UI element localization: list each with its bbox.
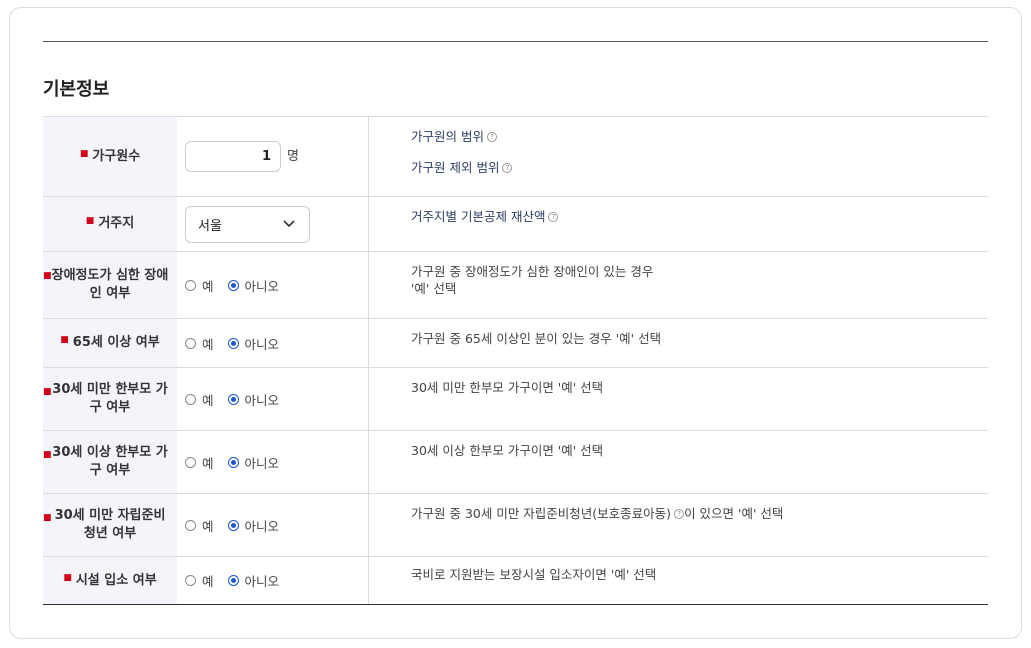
radio-no[interactable]	[227, 279, 239, 291]
table-row: ■ 65세 이상 여부 예 아니오 가구원 중 65세 이상인 분이 있는 경우 …	[43, 318, 988, 367]
required-mark: ■	[43, 450, 52, 460]
row-label: ■ 거주지	[43, 197, 177, 251]
residence-deduction-link[interactable]: 거주지별 기본공제 재산액?	[411, 208, 988, 225]
row-description: 가구원 중 65세 이상인 분이 있는 경우 '예' 선택	[411, 331, 662, 346]
household-scope-link[interactable]: 가구원의 범위?	[411, 128, 988, 145]
required-mark: ■	[60, 335, 69, 345]
disability-radio-group: 예 아니오	[185, 276, 279, 295]
chevron-down-icon	[283, 220, 295, 228]
household-exclusion-link[interactable]: 가구원 제외 범위?	[411, 159, 988, 176]
basic-info-table: ■ 가구원수 1 명 가구원의 범위? 가구원 제외 범위? ■ 거주지 서울 거주…	[43, 116, 988, 605]
table-row: ■ 30세 미만 한부모 가구 여부 예 아니오 30세 미만 한부모 가구이면 …	[43, 367, 988, 430]
row-description: 30세 미만 한부모 가구이면 '예' 선택	[411, 380, 604, 395]
help-icon[interactable]: ?	[548, 212, 559, 222]
table-row: ■ 30세 미만 자립준비 청년 여부 예 아니오 가구원 중 30세 미만 자립…	[43, 493, 988, 556]
senior-radio-group: 예 아니오	[185, 334, 279, 353]
top-divider	[43, 41, 988, 42]
table-row: ■ 거주지 서울 거주지별 기본공제 재산액?	[43, 196, 988, 251]
required-mark: ■	[43, 271, 52, 281]
household-count-input[interactable]: 1	[185, 141, 281, 172]
radio-no[interactable]	[227, 337, 239, 349]
row-description: 가구원 중 30세 미만 자립준비청년(보호종료아동)? 이 있으면 '예' 선택	[411, 506, 784, 521]
radio-no[interactable]	[227, 393, 239, 405]
radio-no[interactable]	[227, 456, 239, 468]
radio-no[interactable]	[227, 575, 239, 586]
table-row: ■ 30세 이상 한부모 가구 여부 예 아니오 30세 이상 한부모 가구이면 …	[43, 430, 988, 493]
row-description: 거주지별 기본공제 재산액?	[411, 197, 988, 225]
help-icon[interactable]: ?	[486, 132, 497, 142]
table-row: ■ 장애정도가 심한 장애인 여부 예 아니오 가구원 중 장애정도가 심한 장애…	[43, 251, 988, 318]
row-label: ■ 시설 입소 여부	[43, 557, 177, 604]
required-mark: ■	[43, 513, 52, 523]
row-label: ■ 65세 이상 여부	[43, 319, 177, 367]
single-parent-over30-radio-group: 예 아니오	[185, 453, 279, 472]
row-label: ■ 30세 미만 한부모 가구 여부	[43, 368, 177, 430]
radio-no[interactable]	[227, 519, 239, 531]
radio-yes[interactable]	[185, 279, 196, 291]
single-parent-under30-radio-group: 예 아니오	[185, 390, 279, 409]
required-mark: ■	[85, 216, 95, 226]
required-mark: ■	[43, 387, 52, 397]
radio-yes[interactable]	[185, 519, 196, 531]
household-input-cell: 1 명	[177, 117, 368, 196]
radio-yes[interactable]	[185, 393, 196, 405]
residence-select[interactable]: 서울	[185, 205, 310, 243]
row-description: 가구원 중 장애정도가 심한 장애인이 있는 경우 '예' 선택	[411, 264, 654, 296]
radio-yes[interactable]	[185, 337, 196, 349]
required-mark: ■	[63, 572, 72, 583]
radio-yes[interactable]	[185, 575, 196, 586]
required-mark: ■	[79, 148, 89, 159]
section-title: 기본정보	[43, 79, 110, 100]
row-description: 30세 이상 한부모 가구이면 '예' 선택	[411, 443, 604, 458]
residence-input-cell: 서울	[177, 197, 368, 251]
table-row: ■ 시설 입소 여부 예 아니오 국비로 지원받는 보장시설 입소자이면 '예' …	[43, 556, 988, 604]
help-icon[interactable]: ?	[502, 163, 513, 173]
youth-independence-radio-group: 예 아니오	[185, 516, 279, 535]
facility-radio-group: 예 아니오	[185, 571, 279, 590]
table-row: ■ 가구원수 1 명 가구원의 범위? 가구원 제외 범위?	[43, 116, 988, 196]
row-label: ■ 30세 이상 한부모 가구 여부	[43, 431, 177, 493]
row-label: ■ 30세 미만 자립준비 청년 여부	[43, 494, 177, 556]
row-description: 국비로 지원받는 보장시설 입소자이면 '예' 선택	[411, 567, 657, 582]
help-icon[interactable]: ?	[674, 509, 685, 519]
row-label: ■ 장애정도가 심한 장애인 여부	[43, 252, 177, 318]
row-description: 가구원의 범위? 가구원 제외 범위?	[411, 117, 988, 176]
unit-label: 명	[287, 149, 299, 164]
row-label: ■ 가구원수	[43, 117, 177, 196]
radio-yes[interactable]	[185, 456, 196, 468]
